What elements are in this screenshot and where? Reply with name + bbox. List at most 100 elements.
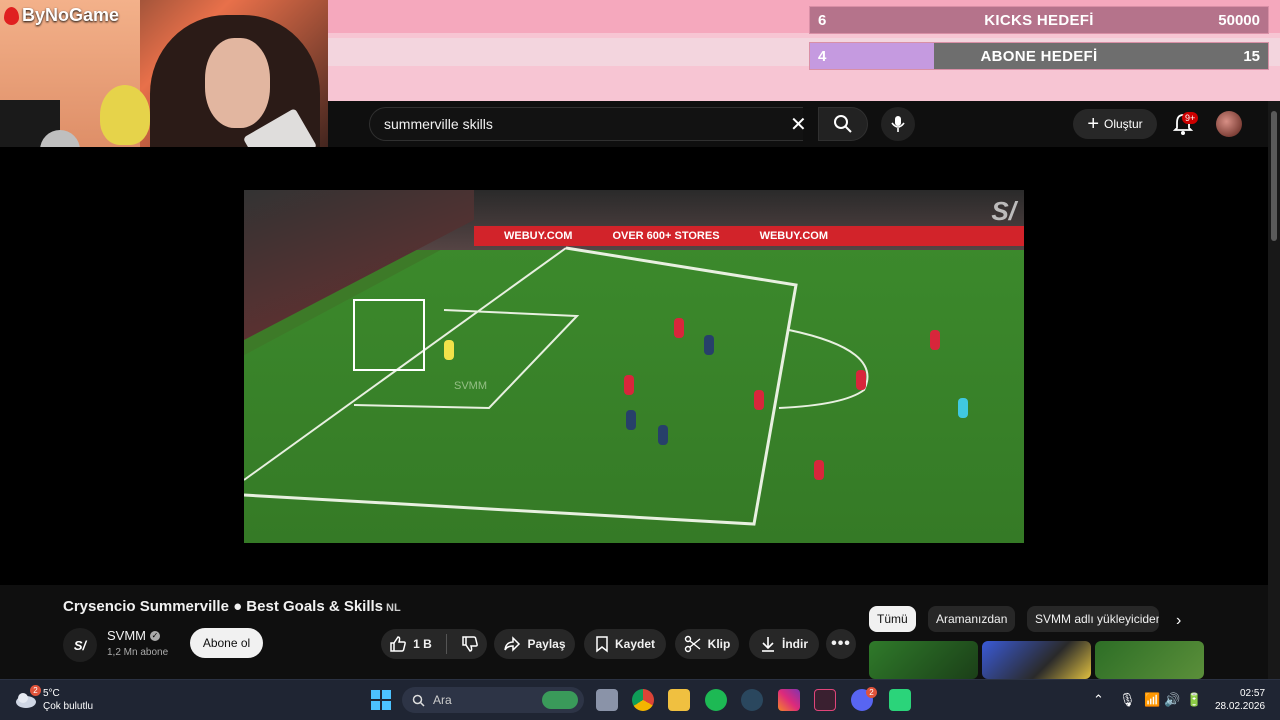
plush-toy <box>100 85 150 145</box>
download-icon <box>762 637 774 652</box>
app-icon[interactable] <box>814 689 836 711</box>
channel-avatar[interactable]: S/ <box>63 628 97 662</box>
profile-avatar[interactable] <box>1216 111 1242 137</box>
subscribe-button[interactable]: Abone ol <box>190 628 263 658</box>
channel-subscriber-count: 1,2 Mn abone <box>107 647 169 658</box>
divider <box>445 634 447 654</box>
task-view-icon[interactable] <box>596 689 618 711</box>
channel-avatar-text: S/ <box>73 637 87 653</box>
plus-icon: + <box>1087 113 1099 135</box>
thumbs-up-icon <box>390 636 407 652</box>
download-button[interactable]: İndir <box>749 629 819 659</box>
youtube-header: summerville skills ✕ + Oluştur 9+ <box>328 101 1280 147</box>
search-icon <box>834 115 852 133</box>
like-button[interactable]: 1 B <box>389 635 432 653</box>
video-title-text: Crysencio Summerville ● Best Goals & Ski… <box>63 598 384 615</box>
notification-badge: 9+ <box>1182 112 1199 124</box>
related-video-thumbnail[interactable] <box>982 641 1091 679</box>
chrome-icon[interactable] <box>632 689 654 711</box>
streamer-face <box>205 38 270 128</box>
player-figure <box>674 318 684 338</box>
scrollbar-thumb[interactable] <box>1271 111 1277 241</box>
pitch-lines <box>244 246 869 526</box>
spotify-icon[interactable] <box>705 689 727 711</box>
search-highlight-icon <box>542 691 578 709</box>
save-button[interactable]: Kaydet <box>584 629 666 659</box>
windows-start-icon[interactable] <box>371 690 391 710</box>
chevron-right-icon[interactable]: › <box>1176 612 1181 630</box>
chip-all[interactable]: Tümü <box>869 606 916 632</box>
save-label: Kaydet <box>614 637 655 651</box>
instagram-icon[interactable] <box>778 689 800 711</box>
battery-icon[interactable]: 🔋 <box>1186 692 1202 708</box>
file-explorer-icon[interactable] <box>668 689 690 711</box>
wifi-icon[interactable]: 📶 <box>1144 692 1160 708</box>
chip-from-uploader[interactable]: SVMM adlı yükleyiciden <box>1027 606 1159 632</box>
clip-button[interactable]: Klip <box>675 629 739 659</box>
more-horizontal-icon: ••• <box>831 635 851 652</box>
microphone-icon[interactable]: 🎙 <box>1119 692 1136 708</box>
chevron-up-icon[interactable]: ⌃ <box>1093 692 1104 708</box>
taskbar-search-placeholder: Ara <box>433 693 452 707</box>
brand-name: ByNoGame <box>22 5 120 25</box>
taskbar-search-box[interactable]: Ara <box>402 687 584 713</box>
kicks-goal-bar: 6 KICKS HEDEFİ 50000 <box>809 6 1269 34</box>
related-video-thumbnail[interactable] <box>1095 641 1204 679</box>
player-figure <box>754 390 764 410</box>
player-figure <box>856 370 866 390</box>
player-figure <box>958 398 968 418</box>
channel-name-text: SVMM <box>107 628 146 643</box>
player-figure <box>624 375 634 395</box>
verified-check-icon: ✓ <box>150 630 160 641</box>
microphone-icon <box>891 116 905 132</box>
clock-date[interactable]: 28.02.2026 <box>1215 701 1265 712</box>
voice-search-button[interactable] <box>881 107 915 141</box>
video-title: Crysencio Summerville ● Best Goals & Ski… <box>63 598 401 615</box>
scissors-icon <box>684 635 701 653</box>
subscriber-goal-title: ABONE HEDEFİ <box>980 47 1098 65</box>
create-button-label: Oluştur <box>1104 117 1143 131</box>
kicks-goal-target: 50000 <box>1218 11 1260 29</box>
bookmark-icon <box>596 636 608 653</box>
download-label: İndir <box>782 637 808 651</box>
volume-icon[interactable]: 🔊 <box>1164 692 1180 708</box>
steam-icon[interactable] <box>741 689 763 711</box>
clip-label: Klip <box>707 637 731 651</box>
discord-badge: 2 <box>866 687 877 698</box>
search-input[interactable]: summerville skills <box>369 107 803 141</box>
dislike-button[interactable] <box>461 635 479 653</box>
search-button[interactable] <box>818 107 868 141</box>
clear-search-icon[interactable]: ✕ <box>790 112 807 137</box>
channel-name[interactable]: SVMM ✓ <box>107 628 160 643</box>
page-scrollbar[interactable] <box>1268 101 1280 679</box>
stream-overlay: 6 KICKS HEDEFİ 50000 4 ABONE HEDEFİ 15 <box>328 0 1280 101</box>
share-icon <box>504 636 521 652</box>
game-app-icon[interactable] <box>889 689 911 711</box>
more-actions-button[interactable]: ••• <box>826 629 856 659</box>
related-video-thumbnail[interactable] <box>869 641 978 679</box>
clock-time[interactable]: 02:57 <box>1240 688 1265 699</box>
video-frame[interactable]: WEBUY.COM OVER 600+ STORES WEBUY.COM S/ … <box>244 190 1024 543</box>
player-figure <box>626 410 636 430</box>
brand-logo: ByNoGame <box>4 5 119 26</box>
video-watermark: S/ <box>991 196 1016 226</box>
player-figure <box>704 335 714 355</box>
video-title-suffix: NL <box>386 602 401 614</box>
windows-taskbar: 2 5°C Çok bulutlu Ara 2 ⌃ 🎙 📶 🔊 🔋 02:57 … <box>0 679 1280 720</box>
player-figure <box>444 340 454 360</box>
video-overlay-text: SVMM <box>454 380 487 392</box>
search-input-value: summerville skills <box>384 116 493 132</box>
share-button[interactable]: Paylaş <box>494 629 575 659</box>
subscriber-goal-target: 15 <box>1243 47 1260 65</box>
weather-badge: 2 <box>30 685 41 696</box>
kicks-goal-title: KICKS HEDEFİ <box>984 11 1094 29</box>
brand-logo-icon <box>4 6 19 25</box>
search-icon <box>412 694 425 707</box>
create-button[interactable]: + Oluştur <box>1073 109 1157 139</box>
subscriber-goal-bar: 4 ABONE HEDEFİ 15 <box>809 42 1269 70</box>
like-dislike-group: 1 B <box>381 629 487 659</box>
chip-from-search[interactable]: Aramanızdan <box>928 606 1016 632</box>
player-figure <box>930 330 940 350</box>
share-label: Paylaş <box>527 637 566 651</box>
player-figure <box>814 460 824 480</box>
